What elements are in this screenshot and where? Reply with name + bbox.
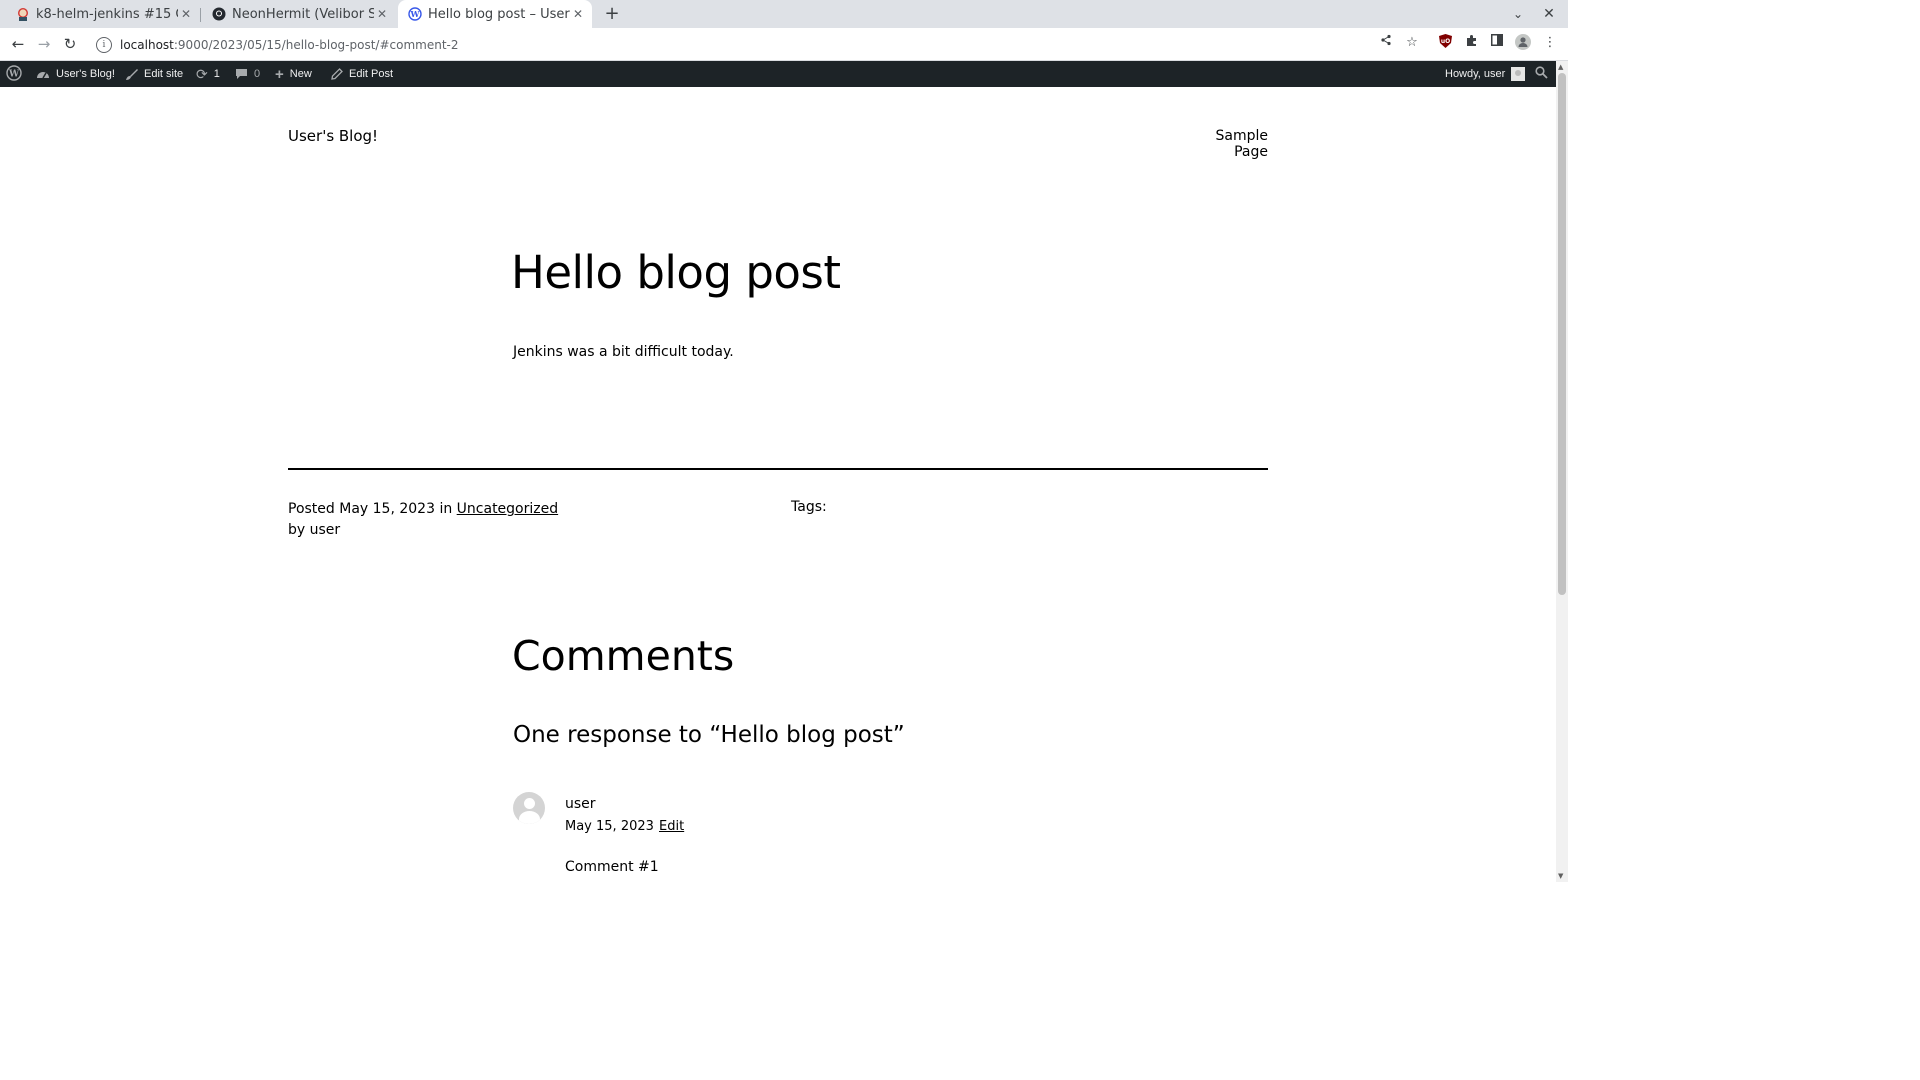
plus-icon: + bbox=[275, 65, 284, 83]
adminbar-edit-site-label: Edit site bbox=[144, 68, 184, 80]
in-label: in bbox=[439, 501, 453, 517]
nav-item-sample-page[interactable]: Sample Page bbox=[1192, 128, 1269, 160]
forward-icon[interactable]: → bbox=[34, 34, 54, 54]
adminbar-new-label: New bbox=[289, 68, 312, 80]
post-tags-label: Tags: bbox=[791, 499, 827, 515]
side-panel-icon[interactable] bbox=[1488, 34, 1506, 52]
new-tab-button[interactable]: + bbox=[602, 4, 622, 24]
adminbar-updates-count: 1 bbox=[213, 68, 220, 80]
tab-title: NeonHermit (Velibor Stanisic) bbox=[232, 6, 374, 22]
close-tab-icon[interactable]: ✕ bbox=[178, 7, 194, 21]
post-meta-line: Posted May 15, 2023 in Uncategorized bbox=[288, 499, 558, 520]
adminbar-site-label: User's Blog! bbox=[56, 68, 115, 80]
user-avatar-icon bbox=[1511, 67, 1526, 81]
jenkins-icon bbox=[16, 7, 30, 21]
comment-text: Comment #1 bbox=[565, 859, 659, 875]
comment-date-link[interactable]: May 15, 2023 bbox=[565, 819, 654, 834]
page-scrollbar[interactable]: ▲ ▼ bbox=[1556, 61, 1568, 882]
ublock-extension-icon[interactable]: uO bbox=[1436, 34, 1454, 52]
tab-title: k8-helm-jenkins #15 Console [Jenkins] bbox=[36, 6, 178, 22]
post-separator bbox=[288, 468, 1268, 470]
comment-bubble-icon bbox=[235, 68, 248, 80]
address-bar[interactable]: i localhost:9000/2023/05/15/hello-blog-p… bbox=[88, 31, 1428, 58]
search-icon bbox=[1535, 66, 1548, 82]
browser-toolbar: ← → ↻ i localhost:9000/2023/05/15/hello-… bbox=[0, 28, 1568, 61]
profile-avatar-icon[interactable] bbox=[1514, 34, 1532, 52]
url-host: localhost bbox=[120, 37, 174, 52]
browser-menu-icon[interactable]: ⋮ bbox=[1541, 34, 1559, 52]
comments-heading: Comments bbox=[512, 632, 735, 680]
avatar-head-shape bbox=[524, 798, 535, 809]
wp-logo-menu[interactable]: W bbox=[6, 61, 22, 87]
close-tab-icon[interactable]: ✕ bbox=[570, 7, 586, 21]
svg-text:uO: uO bbox=[1440, 38, 1449, 45]
svg-text:W: W bbox=[410, 9, 421, 19]
posted-label: Posted bbox=[288, 501, 335, 517]
adminbar-my-account[interactable]: Howdy, user bbox=[1445, 61, 1526, 87]
scroll-down-arrow-icon[interactable]: ▼ bbox=[1558, 872, 1563, 880]
wordpress-logo-icon: W bbox=[6, 64, 22, 84]
tab-title: Hello blog post – User's Blog! bbox=[428, 6, 570, 22]
adminbar-howdy: Howdy, user bbox=[1445, 68, 1506, 80]
pencil-icon bbox=[331, 68, 343, 80]
comment-edit-link[interactable]: Edit bbox=[659, 819, 684, 834]
browser-tab-jenkins[interactable]: k8-helm-jenkins #15 Console [Jenkins] ✕ bbox=[0, 0, 200, 28]
adminbar-comments[interactable]: 0 bbox=[235, 61, 260, 87]
updates-refresh-icon: ⟳ bbox=[196, 65, 208, 82]
site-info-icon[interactable]: i bbox=[96, 36, 112, 53]
adminbar-updates[interactable]: ⟳ 1 bbox=[196, 61, 220, 87]
avatar-body-shape bbox=[519, 811, 540, 824]
url-path: :9000/2023/05/15/hello-blog-post/#commen… bbox=[173, 37, 459, 52]
adminbar-edit-site[interactable]: Edit site bbox=[125, 61, 183, 87]
window-close-icon[interactable]: ✕ bbox=[1540, 4, 1558, 24]
post-author-line: by user bbox=[288, 522, 341, 538]
adminbar-edit-post-label: Edit Post bbox=[349, 68, 394, 80]
wp-admin-bar: W User's Blog! Edit site ⟳ 1 0 + New Edi… bbox=[0, 61, 1556, 87]
wordpress-icon: W bbox=[408, 7, 422, 21]
post-date: May 15, 2023 bbox=[339, 501, 435, 517]
scrollbar-thumb[interactable] bbox=[1558, 73, 1566, 595]
bookmark-star-icon[interactable]: ☆ bbox=[1403, 34, 1421, 52]
browser-tab-strip: k8-helm-jenkins #15 Console [Jenkins] ✕ … bbox=[0, 0, 1568, 28]
extensions-puzzle-icon[interactable] bbox=[1462, 34, 1480, 52]
comment-author: user bbox=[565, 796, 596, 812]
comment-avatar bbox=[513, 792, 545, 824]
dashboard-gauge-icon bbox=[36, 68, 50, 80]
post-title: Hello blog post bbox=[511, 246, 841, 299]
github-icon bbox=[212, 7, 226, 21]
close-tab-icon[interactable]: ✕ bbox=[374, 7, 390, 21]
tab-search-icon[interactable]: ⌄ bbox=[1509, 4, 1527, 24]
adminbar-site-name[interactable]: User's Blog! bbox=[36, 61, 115, 87]
brush-icon bbox=[125, 68, 138, 81]
category-link[interactable]: Uncategorized bbox=[457, 501, 558, 517]
svg-text:W: W bbox=[8, 69, 20, 79]
browser-tab-github[interactable]: NeonHermit (Velibor Stanisic) ✕ bbox=[196, 0, 396, 28]
post-content: Jenkins was a bit difficult today. bbox=[513, 344, 734, 360]
adminbar-new[interactable]: + New bbox=[275, 61, 312, 87]
site-title-link[interactable]: User's Blog! bbox=[288, 127, 378, 145]
scroll-up-arrow-icon[interactable]: ▲ bbox=[1558, 63, 1563, 71]
back-icon[interactable]: ← bbox=[8, 34, 28, 54]
browser-tab-wordpress[interactable]: W Hello blog post – User's Blog! ✕ bbox=[398, 0, 592, 28]
adminbar-search[interactable] bbox=[1535, 61, 1548, 87]
post-meta: Posted May 15, 2023 in Uncategorized by … bbox=[288, 499, 558, 541]
share-icon[interactable] bbox=[1377, 34, 1395, 52]
reload-icon[interactable]: ↻ bbox=[60, 34, 80, 54]
responses-heading: One response to “Hello blog post” bbox=[513, 722, 905, 748]
adminbar-edit-post[interactable]: Edit Post bbox=[331, 61, 393, 87]
adminbar-comments-count: 0 bbox=[254, 68, 261, 80]
